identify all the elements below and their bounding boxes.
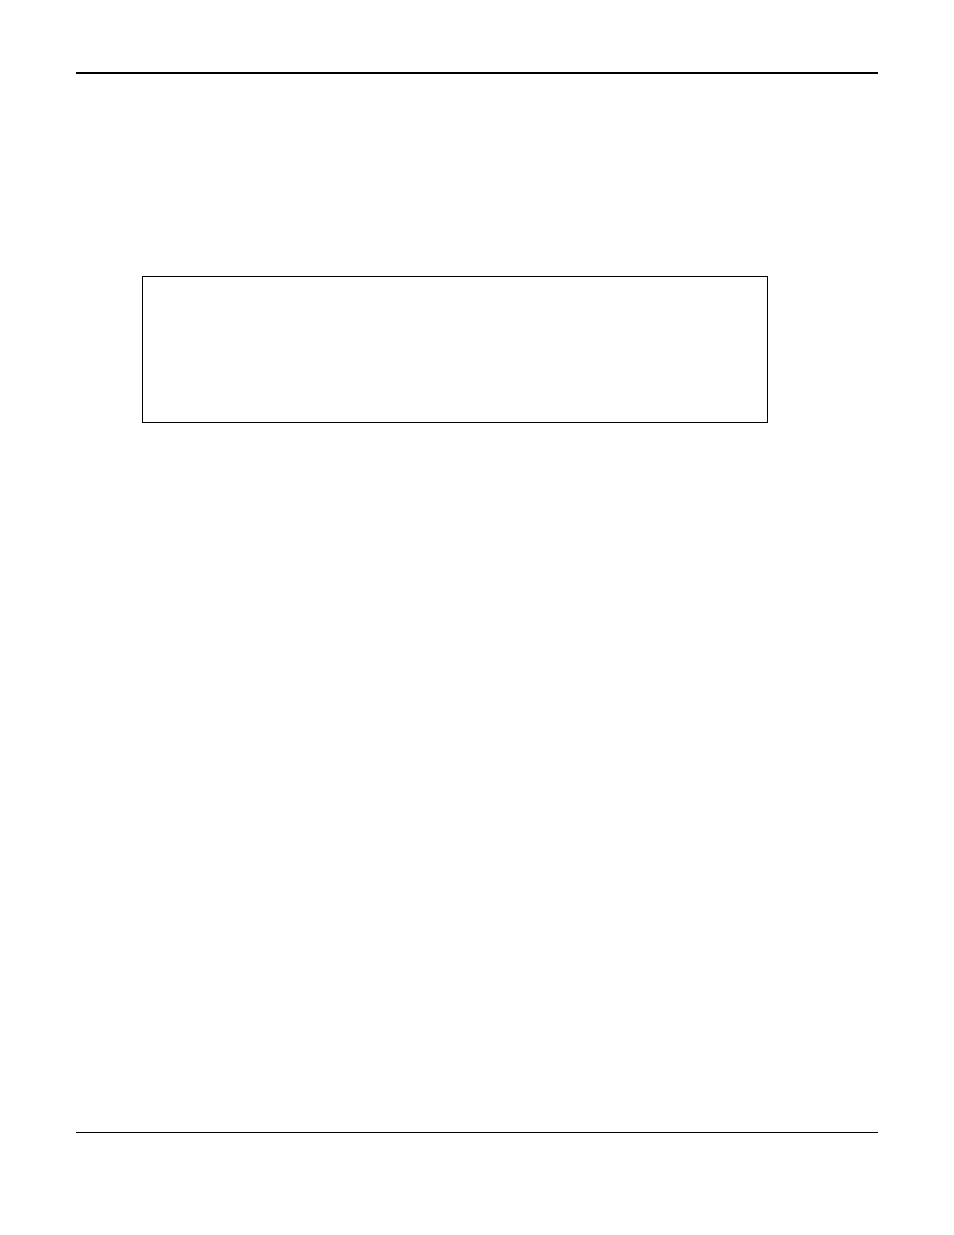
top-horizontal-rule: [76, 72, 878, 74]
bottom-horizontal-rule: [76, 1132, 878, 1133]
content-box: [142, 276, 768, 423]
